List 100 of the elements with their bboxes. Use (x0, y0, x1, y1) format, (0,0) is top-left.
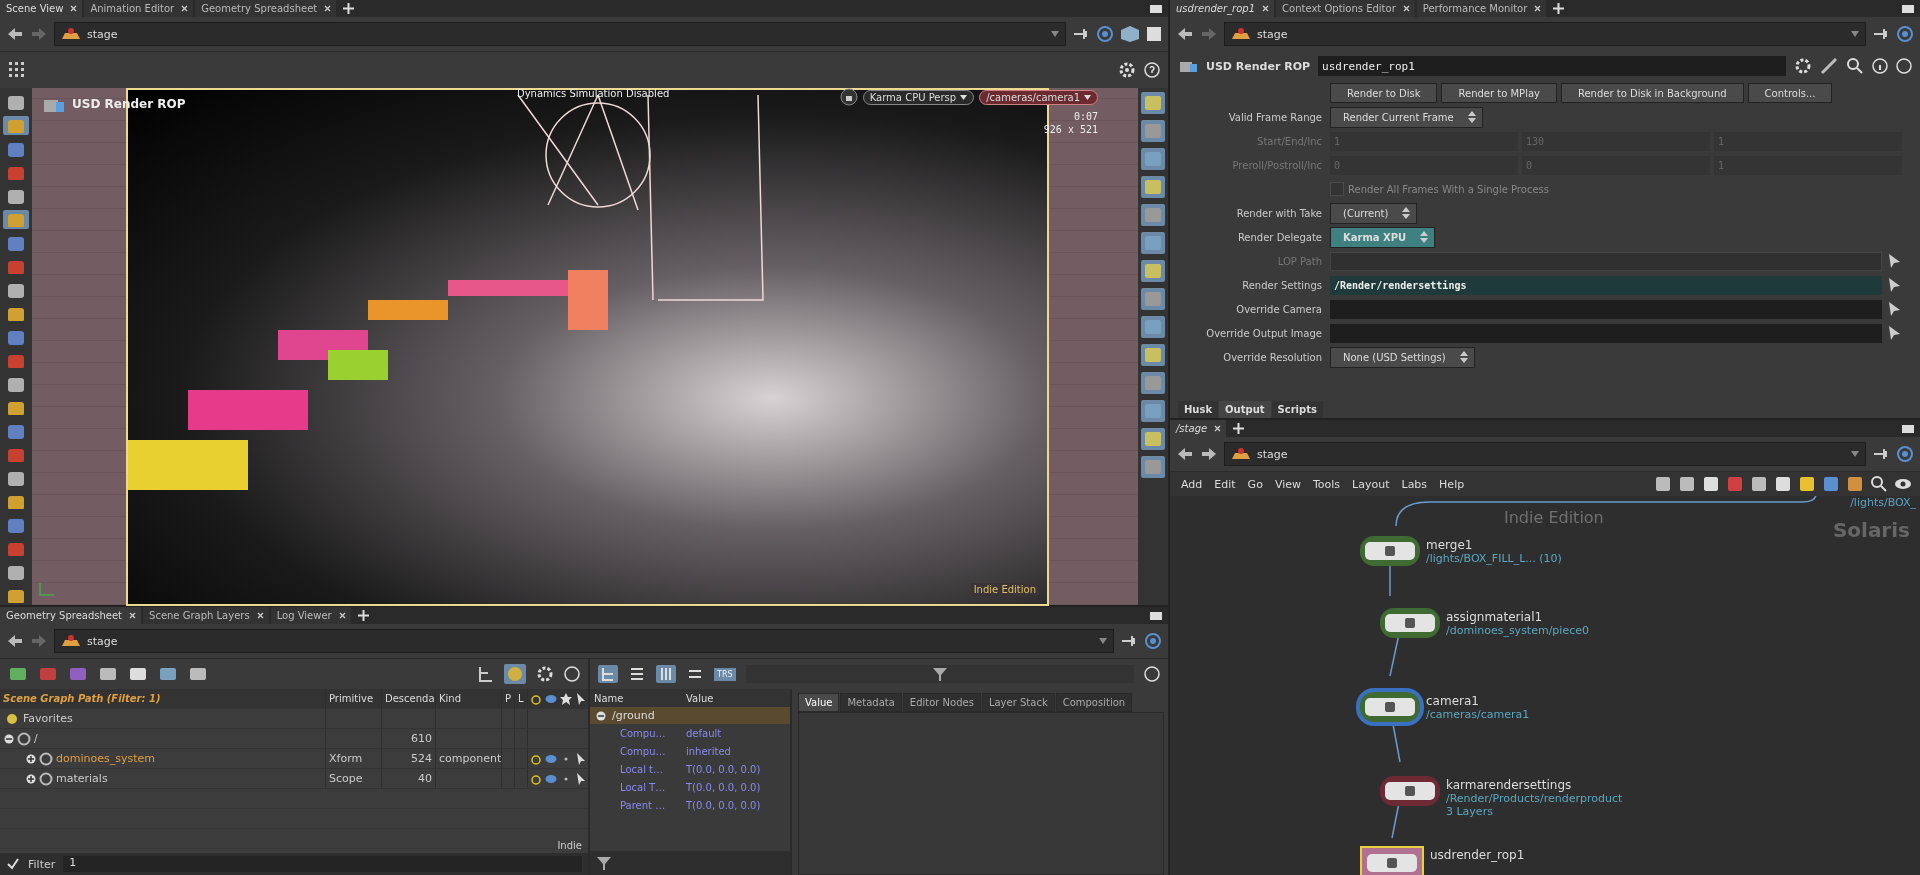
close-icon[interactable] (338, 612, 346, 619)
target-icon[interactable] (1896, 25, 1914, 43)
pane-tab[interactable]: Geometry Spreadsheet (0, 607, 142, 624)
tree-view-icon[interactable] (598, 665, 618, 683)
prim-name[interactable]: Favorites (23, 712, 73, 725)
cube-icon[interactable] (1120, 25, 1140, 43)
pointer-icon[interactable] (1886, 253, 1902, 269)
path-field[interactable]: stage (1224, 22, 1866, 46)
toolbar-icon[interactable] (98, 665, 118, 683)
pane-tab[interactable]: /stage (1170, 420, 1227, 437)
folder-tab[interactable]: Husk (1178, 401, 1219, 418)
column-header[interactable]: Descenda (382, 689, 436, 708)
render-button[interactable]: Render to MPlay (1441, 83, 1557, 103)
column-header[interactable]: L (515, 689, 528, 708)
target-icon[interactable] (1144, 632, 1162, 650)
dropdown-arrow-icon[interactable] (1051, 31, 1059, 37)
window-icon[interactable] (1150, 3, 1162, 14)
attribute-name[interactable]: Compu… (590, 727, 682, 739)
close-icon[interactable] (181, 5, 189, 12)
path-field[interactable]: /Render/rendersettings (1330, 275, 1882, 295)
dropdown-arrow-icon[interactable] (1851, 31, 1859, 37)
render-button[interactable]: Controls... (1747, 83, 1833, 103)
settings-icon[interactable] (1118, 61, 1136, 79)
power-icon[interactable] (529, 772, 542, 785)
node-name-field[interactable]: usdrender_rop1 (1318, 56, 1786, 76)
path-field[interactable] (1330, 299, 1882, 319)
path-field[interactable]: stage (54, 629, 1114, 653)
folder-tab[interactable]: Scripts (1271, 401, 1323, 418)
stepper-arrows-icon[interactable] (1459, 351, 1468, 363)
network-tool-icon[interactable] (1774, 475, 1792, 493)
attribute-name[interactable]: Parent … (590, 799, 682, 811)
prim-name[interactable]: dominoes_system (56, 752, 155, 765)
column-header[interactable]: Name (590, 692, 682, 704)
pane-tab[interactable]: usdrender_rop1 (1170, 0, 1275, 17)
render-button[interactable]: Render to Disk in Background (1560, 83, 1744, 103)
expander-icon[interactable] (4, 733, 14, 744)
network-node[interactable] (1380, 608, 1440, 638)
path-field[interactable]: stage (54, 22, 1066, 46)
back-arrow-icon[interactable] (6, 634, 24, 648)
toolbar-icon[interactable] (128, 665, 148, 683)
pane-tab[interactable]: Geometry Spreadsheet (195, 0, 337, 17)
back-arrow-icon[interactable] (1176, 27, 1194, 41)
info-icon[interactable] (1872, 58, 1888, 74)
pointer-icon[interactable] (574, 752, 587, 765)
pointer-icon[interactable] (1886, 301, 1902, 317)
column-header[interactable]: Kind (436, 689, 502, 708)
pointer-icon[interactable] (1886, 325, 1902, 341)
dropdown-menu[interactable]: (Current) (1330, 202, 1418, 224)
pointer-icon[interactable] (574, 772, 587, 785)
eye-icon[interactable] (1894, 477, 1912, 491)
column-header[interactable]: Value (682, 692, 790, 704)
toolbar-icon[interactable] (8, 665, 28, 683)
node-name[interactable]: camera1 (1426, 694, 1530, 708)
menu-item[interactable]: View (1271, 477, 1304, 491)
list-view-icon[interactable] (628, 665, 646, 683)
network-tool-icon[interactable] (1846, 475, 1864, 493)
network-tool-icon[interactable] (1798, 475, 1816, 493)
pointer-icon[interactable] (1886, 277, 1902, 293)
brush-icon[interactable] (1820, 57, 1838, 75)
target-icon[interactable] (1896, 445, 1914, 463)
dot-icon[interactable] (563, 776, 568, 781)
pane-tab[interactable]: Scene Graph Layers (143, 607, 269, 624)
path-field[interactable] (1330, 323, 1882, 343)
add-tab-icon[interactable] (357, 610, 369, 621)
menu-item[interactable]: Help (1436, 477, 1468, 491)
network-tool-icon[interactable] (1654, 475, 1672, 493)
grid-menu-icon[interactable] (8, 61, 26, 79)
close-icon[interactable] (1402, 5, 1410, 12)
pane-tab[interactable]: Performance Monitor (1416, 0, 1547, 17)
prim-name[interactable]: / (34, 732, 38, 745)
checkmark-icon[interactable] (6, 857, 20, 871)
prim-name[interactable]: materials (56, 772, 108, 785)
pane-tab[interactable]: Log Viewer (270, 607, 351, 624)
stepper-arrows-icon[interactable] (1420, 231, 1429, 243)
caret-icon[interactable] (960, 94, 968, 100)
tool-icon[interactable] (3, 115, 29, 135)
pin-icon[interactable] (1872, 447, 1890, 461)
add-tab-icon[interactable] (1233, 423, 1245, 434)
column-header[interactable]: Primitive (326, 689, 382, 708)
network-node[interactable] (1360, 846, 1424, 875)
dropdown-arrow-icon[interactable] (1851, 451, 1859, 457)
columns-icon[interactable] (656, 665, 676, 683)
filter-icon[interactable] (596, 855, 612, 871)
camera-menu[interactable]: /cameras/camera1 (979, 89, 1098, 105)
add-tab-icon[interactable] (343, 3, 355, 14)
close-icon[interactable] (1534, 5, 1542, 12)
expander-icon[interactable] (26, 753, 36, 764)
dropdown-menu[interactable]: None (USD Settings) (1330, 346, 1475, 368)
attribute-name[interactable]: Compu… (590, 745, 682, 757)
detail-tab[interactable]: Composition (1055, 693, 1133, 712)
pane-tab[interactable]: Animation Editor (84, 0, 194, 17)
help-icon[interactable] (1896, 58, 1912, 74)
add-tab-icon[interactable] (1553, 3, 1565, 14)
node-name[interactable]: karmarendersettings (1446, 778, 1623, 792)
pane-tab[interactable]: Context Options Editor (1276, 0, 1415, 17)
search-icon[interactable] (1846, 57, 1864, 75)
render-button[interactable]: Render to Disk (1330, 83, 1438, 103)
pin-icon[interactable] (1872, 27, 1890, 41)
forward-arrow-icon[interactable] (1200, 447, 1218, 461)
menu-item[interactable]: Labs (1398, 477, 1431, 491)
